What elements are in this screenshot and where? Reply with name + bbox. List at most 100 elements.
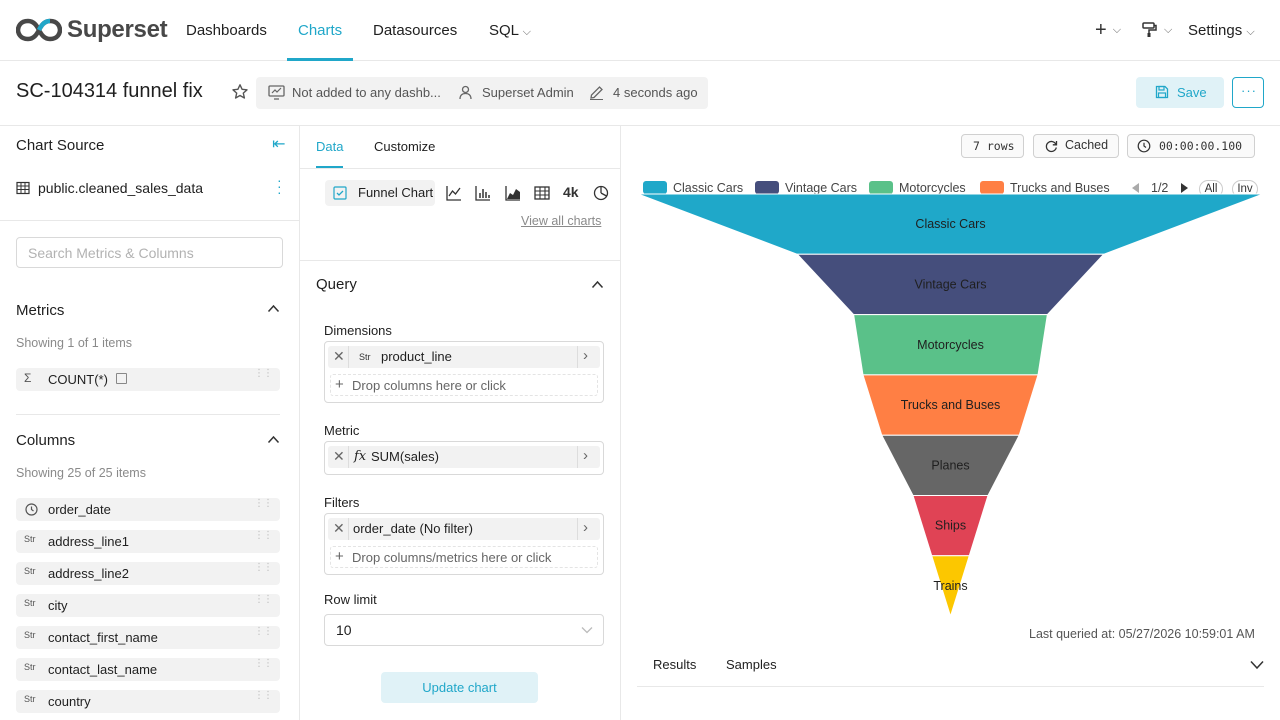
chevron-down-icon xyxy=(581,627,593,634)
drag-handle-icon[interactable]: ⋮⋮ xyxy=(254,627,273,637)
drag-handle-icon[interactable]: ⋮⋮ xyxy=(254,499,273,509)
query-section-header[interactable]: Query xyxy=(316,276,357,293)
datasource-menu-icon[interactable]: · · · xyxy=(277,173,282,199)
chevron-down-icon: ⌵ xyxy=(1246,26,1255,38)
nav-sql[interactable]: SQL ⌵ xyxy=(489,22,531,39)
dimensions-label: Dimensions xyxy=(324,323,392,338)
star-icon[interactable] xyxy=(231,83,249,101)
drag-handle-icon[interactable]: ⋮⋮ xyxy=(254,691,273,701)
metrics-header[interactable]: Metrics xyxy=(16,302,64,319)
drop-columns-label: Drop columns here or click xyxy=(352,378,506,393)
update-chart-button[interactable]: Update chart xyxy=(381,672,538,703)
more-options-button[interactable]: ··· xyxy=(1232,77,1264,108)
chevron-down-icon[interactable]: ⌵ xyxy=(1164,24,1172,37)
function-icon: fx xyxy=(354,449,367,464)
column-item[interactable]: Str country ⋮⋮ xyxy=(16,690,280,713)
nav-datasources[interactable]: Datasources xyxy=(373,22,457,39)
funnel-segment-label: Planes xyxy=(931,458,969,472)
table-chart-icon[interactable] xyxy=(533,184,551,202)
cached-badge[interactable]: Cached xyxy=(1033,134,1119,158)
chevron-right-icon[interactable]: › xyxy=(583,447,588,464)
remove-icon[interactable]: ✕ xyxy=(333,520,345,537)
metric-item[interactable]: Σ COUNT(*) ⋮⋮ xyxy=(16,368,280,391)
superset-logo-icon[interactable] xyxy=(16,18,62,42)
chevron-up-icon[interactable] xyxy=(267,435,280,444)
plus-icon: + xyxy=(335,548,344,565)
metric-chip[interactable]: ✕ fx SUM(sales) › xyxy=(328,446,600,468)
dashboards-status[interactable]: Not added to any dashb... xyxy=(292,85,441,100)
column-label: city xyxy=(48,598,68,613)
settings-menu[interactable]: Settings ⌵ xyxy=(1188,22,1255,39)
nav-charts[interactable]: Charts xyxy=(298,22,342,39)
drag-handle-icon[interactable]: ⋮⋮ xyxy=(254,595,273,605)
column-item[interactable]: order_date ⋮⋮ xyxy=(16,498,280,521)
columns-count: Showing 25 of 25 items xyxy=(16,466,146,480)
string-type-icon: Str xyxy=(24,534,36,544)
string-type-icon: Str xyxy=(24,566,36,576)
row-count-badge: 7 rows xyxy=(961,134,1024,158)
metric-label: Metric xyxy=(324,423,360,438)
column-item[interactable]: Str contact_first_name ⋮⋮ xyxy=(16,626,280,649)
line-chart-icon[interactable] xyxy=(445,184,463,202)
filter-chip[interactable]: ✕ order_date (No filter) › xyxy=(328,518,600,540)
drag-handle-icon[interactable]: ⋮⋮ xyxy=(254,659,273,669)
string-type-icon: Str xyxy=(24,630,36,640)
funnel-segment-label: Motorcycles xyxy=(917,338,984,352)
chart-source-header: Chart Source xyxy=(16,137,105,154)
column-item[interactable]: Str address_line2 ⋮⋮ xyxy=(16,562,280,585)
chevron-down-icon: ⌵ xyxy=(522,26,531,38)
column-label: address_line2 xyxy=(48,566,129,581)
tab-results[interactable]: Results xyxy=(653,657,696,672)
column-item[interactable]: Str address_line1 ⋮⋮ xyxy=(16,530,280,553)
separator xyxy=(577,518,578,540)
dimension-drop-zone[interactable]: + Drop columns here or click xyxy=(330,374,598,396)
tab-data[interactable]: Data xyxy=(316,139,343,154)
big-number-icon[interactable]: 4k xyxy=(563,184,579,200)
row-count: 7 rows xyxy=(973,139,1015,153)
bar-chart-icon[interactable] xyxy=(474,184,492,202)
selected-viz-label: Funnel Chart xyxy=(358,185,434,200)
chevron-right-icon[interactable]: › xyxy=(583,519,588,536)
collapse-panel-icon[interactable]: ⇤ xyxy=(272,134,285,154)
tab-customize[interactable]: Customize xyxy=(374,139,435,154)
separator xyxy=(348,446,349,468)
chevron-right-icon[interactable]: › xyxy=(583,347,588,364)
pie-chart-icon[interactable] xyxy=(592,184,610,202)
chevron-up-icon[interactable] xyxy=(267,304,280,313)
chevron-down-icon[interactable] xyxy=(1250,660,1264,670)
chart-title[interactable]: SC-104314 funnel fix xyxy=(16,80,203,103)
drag-handle-icon[interactable]: ⋮⋮ xyxy=(254,531,273,541)
tab-samples[interactable]: Samples xyxy=(726,657,777,672)
theme-brush-icon[interactable] xyxy=(1141,22,1157,38)
drag-handle-icon[interactable]: ⋮⋮ xyxy=(254,369,273,379)
divider xyxy=(16,414,280,415)
plus-icon[interactable]: + ⌵ xyxy=(1095,19,1121,42)
drag-handle-icon[interactable]: ⋮⋮ xyxy=(254,563,273,573)
string-type-icon: Str xyxy=(24,598,36,608)
column-item[interactable]: Str city ⋮⋮ xyxy=(16,594,280,617)
selected-viz-type[interactable]: Funnel Chart xyxy=(325,180,435,206)
funnel-chart: Classic Cars Vintage Cars Motorcycles Truck… xyxy=(637,193,1264,618)
area-chart-icon[interactable] xyxy=(504,184,522,202)
separator xyxy=(348,346,349,368)
remove-icon[interactable]: ✕ xyxy=(333,448,345,465)
view-all-charts-link[interactable]: View all charts xyxy=(521,214,601,228)
metric-label: COUNT(*) xyxy=(48,372,108,387)
row-limit-label: Row limit xyxy=(324,592,377,607)
save-button[interactable]: Save xyxy=(1136,77,1224,108)
refresh-icon xyxy=(1045,140,1058,153)
dimension-chip[interactable]: ✕ Str product_line › xyxy=(328,346,600,368)
column-item[interactable]: Str contact_last_name ⋮⋮ xyxy=(16,658,280,681)
divider xyxy=(300,168,620,169)
filter-drop-zone[interactable]: + Drop columns/metrics here or click xyxy=(330,546,598,568)
chevron-up-icon[interactable] xyxy=(591,280,604,289)
plus-icon: + xyxy=(335,376,344,393)
columns-header[interactable]: Columns xyxy=(16,432,75,449)
remove-icon[interactable]: ✕ xyxy=(333,348,345,365)
datasource-name[interactable]: public.cleaned_sales_data xyxy=(38,180,203,196)
chevron-down-icon: ⌵ xyxy=(1112,24,1122,36)
logo-text[interactable]: Superset xyxy=(67,16,168,44)
nav-dashboards[interactable]: Dashboards xyxy=(186,22,267,39)
search-input[interactable]: Search Metrics & Columns xyxy=(16,237,283,268)
row-limit-select[interactable]: 10 xyxy=(324,614,604,646)
